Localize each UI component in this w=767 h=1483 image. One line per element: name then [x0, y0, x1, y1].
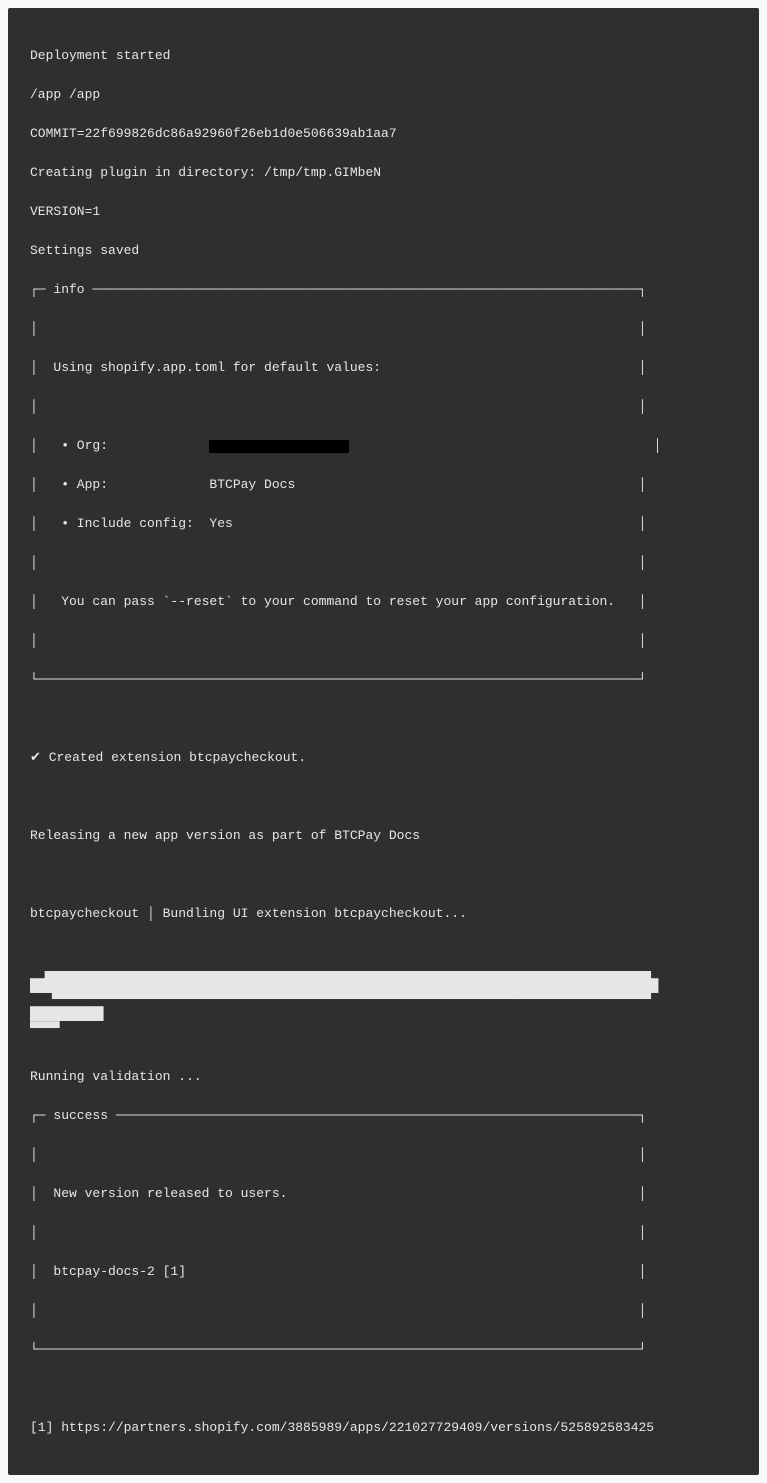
log-line: Releasing a new app version as part of B… [30, 826, 737, 846]
log-line: VERSION=1 [30, 202, 737, 222]
wave-row: ████████████████████████████████████████… [30, 982, 737, 989]
wave-row: ▀▀▀▀ [30, 1025, 737, 1032]
log-line: /app /app [30, 85, 737, 105]
log-line: btcpaycheckout │ Bundling UI extension b… [30, 904, 737, 924]
info-box-row: │ Using shopify.app.toml for default val… [30, 358, 737, 378]
log-line: COMMIT=22f699826dc86a92960f26eb1d0e50663… [30, 124, 737, 144]
wave-row: ▀▀▀▀▀▀▀▀▀▀▀▀▀▀▀▀▀▀▀▀▀▀▀▀▀▀▀▀▀▀▀▀▀▀▀▀▀▀▀▀… [30, 996, 737, 1003]
info-box-row: │ You can pass `--reset` to your command… [30, 592, 737, 612]
info-box-row: │ │ [30, 397, 737, 417]
success-box-row: │ │ [30, 1223, 737, 1243]
info-box-pad: │ [349, 438, 661, 453]
info-box-bottom: └───────────────────────────────────────… [30, 670, 737, 690]
info-box-row: │ • Include config: Yes │ [30, 514, 737, 534]
log-line: Running validation ... [30, 1067, 737, 1087]
success-box-row: │ New version released to users. │ [30, 1184, 737, 1204]
blank-line [30, 865, 737, 885]
info-box-row: │ │ [30, 319, 737, 339]
progress-wave: ▄▄▄▄▄▄▄▄▄▄▄▄▄▄▄▄▄▄▄▄▄▄▄▄▄▄▄▄▄▄▄▄▄▄▄▄▄▄▄▄… [30, 961, 737, 1040]
info-box-row: │ • App: BTCPay Docs │ [30, 475, 737, 495]
success-box-bottom: └───────────────────────────────────────… [30, 1340, 737, 1360]
footnote-link: [1] https://partners.shopify.com/3885989… [30, 1418, 737, 1438]
redacted-org-value [209, 440, 349, 453]
success-box-row: │ │ [30, 1301, 737, 1321]
info-box-row: │ │ [30, 631, 737, 651]
wave-row: ██████████ [30, 1010, 737, 1017]
log-line: Settings saved [30, 241, 737, 261]
info-box-top: ┌─ info ────────────────────────────────… [30, 280, 737, 300]
terminal-output: Deployment started /app /app COMMIT=22f6… [8, 8, 759, 1475]
info-box-row-org: │ • Org: │ [30, 436, 737, 456]
info-box-row: │ │ [30, 553, 737, 573]
success-box-row: │ │ [30, 1145, 737, 1165]
blank-line [30, 787, 737, 807]
blank-line [30, 1379, 737, 1399]
success-box-row: │ btcpay-docs-2 [1] │ [30, 1262, 737, 1282]
blank-line [30, 709, 737, 729]
log-line-success: ✔ Created extension btcpaycheckout. [30, 748, 737, 768]
wave-row: ▄▄▄▄▄▄▄▄▄▄▄▄▄▄▄▄▄▄▄▄▄▄▄▄▄▄▄▄▄▄▄▄▄▄▄▄▄▄▄▄… [30, 968, 737, 975]
success-box-top: ┌─ success ─────────────────────────────… [30, 1106, 737, 1126]
info-org-label: │ • Org: [30, 438, 209, 453]
log-line: Creating plugin in directory: /tmp/tmp.G… [30, 163, 737, 183]
log-line: Deployment started [30, 46, 737, 66]
